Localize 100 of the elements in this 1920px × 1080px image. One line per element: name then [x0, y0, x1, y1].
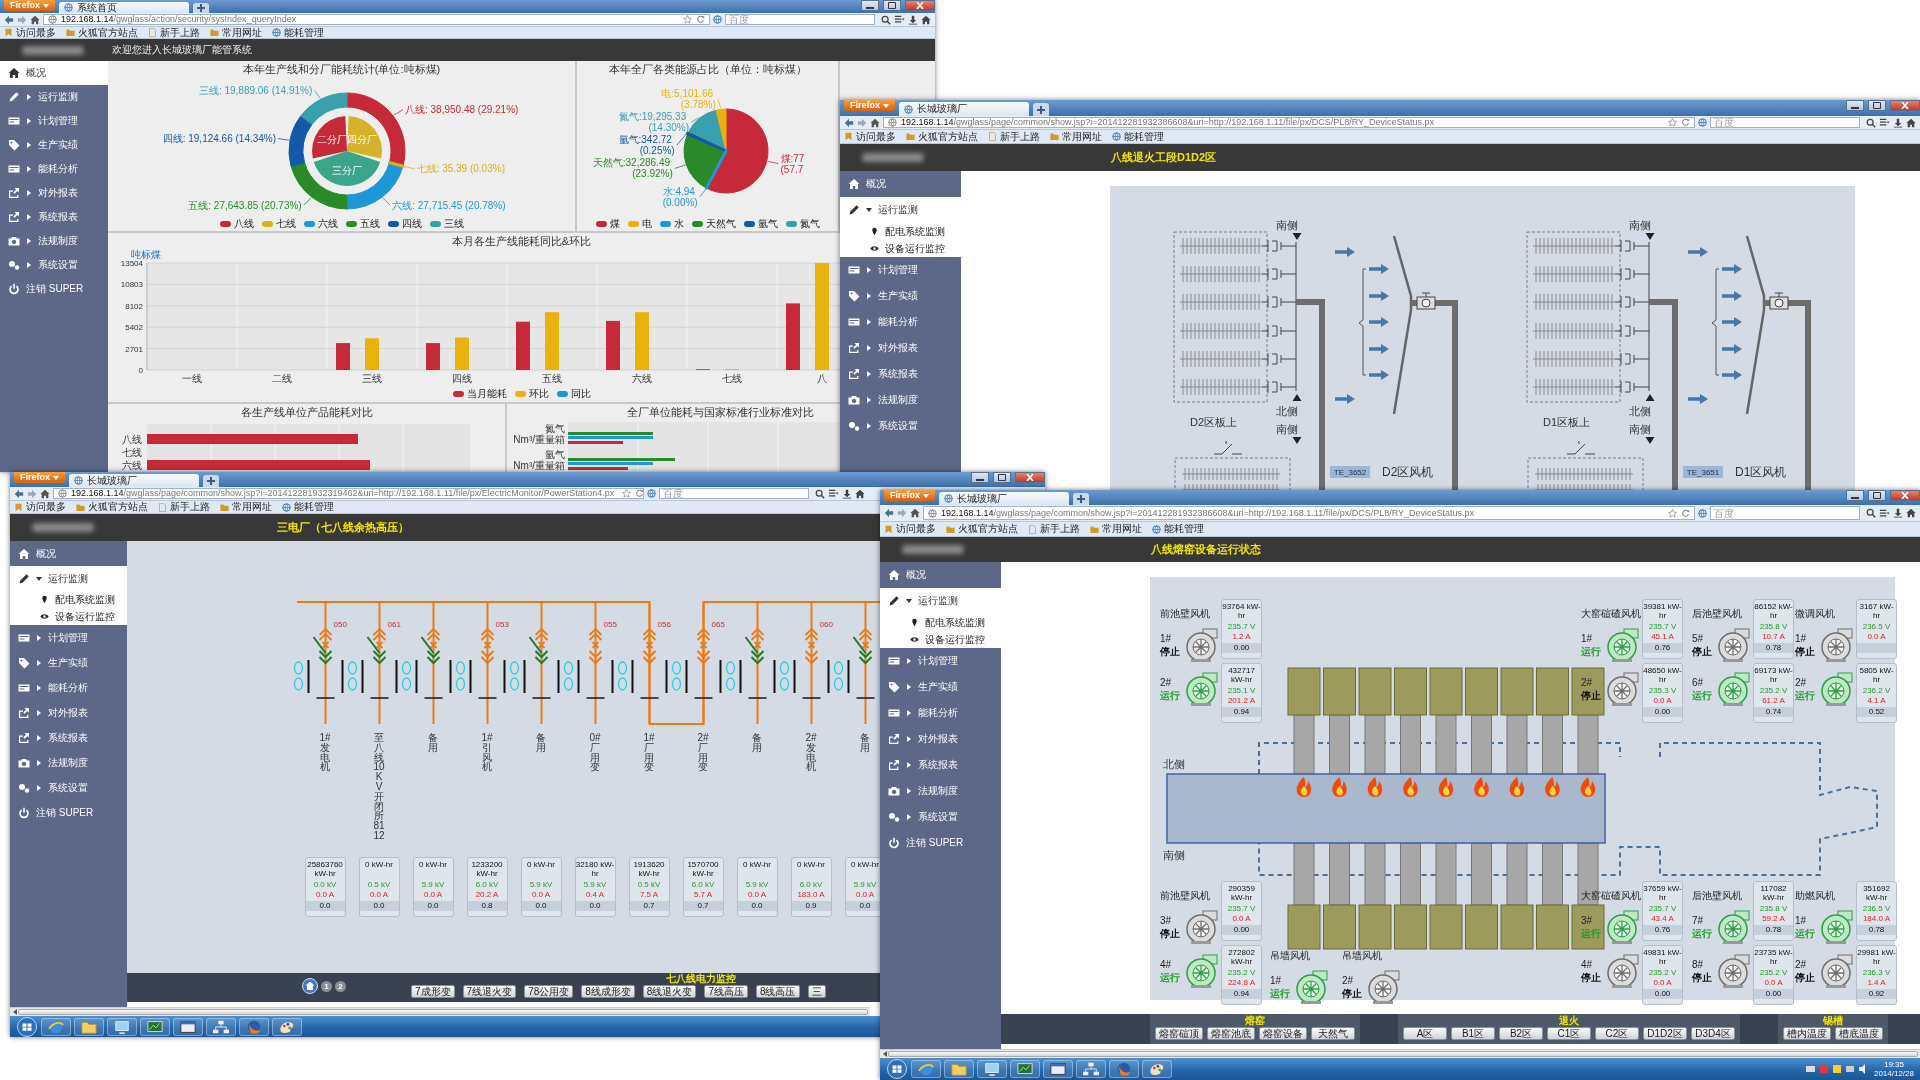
sidebar-item[interactable]: 概况 [880, 562, 1001, 588]
start-button[interactable] [886, 1059, 908, 1079]
browser-tab[interactable]: 长城玻璃厂 [899, 102, 1029, 116]
close-button[interactable] [1890, 100, 1920, 111]
minimize-button[interactable] [1846, 490, 1864, 501]
minimize-button[interactable] [971, 472, 989, 483]
maximize-button[interactable] [1868, 490, 1886, 501]
home-button[interactable] [40, 488, 50, 499]
nav-button[interactable]: 槽底温度 [1835, 1027, 1883, 1040]
search-field[interactable]: 百度 [659, 488, 809, 499]
nav-button[interactable]: 8线退火变 [642, 985, 697, 998]
folder-icon[interactable] [944, 1060, 974, 1078]
nav-button[interactable]: 熔窑设备 [1259, 1027, 1307, 1040]
sidebar-item[interactable]: 能耗分析 [880, 700, 1001, 726]
bookmark-link[interactable]: 常用网址 [1050, 131, 1102, 142]
nav-button[interactable]: A区 [1403, 1027, 1447, 1040]
sidebar-item[interactable]: 系统设置 [840, 413, 961, 439]
new-tab-button[interactable] [1033, 103, 1049, 116]
nav-button[interactable]: 8线高压 [755, 985, 800, 998]
search-field[interactable]: 百度 [1710, 117, 1860, 128]
back-button[interactable] [844, 117, 854, 128]
sidebar-subitem[interactable]: 配电系统监测 [880, 614, 1001, 631]
bookmark-link[interactable]: 新手上路 [148, 27, 200, 38]
bookmark-star-icon[interactable] [622, 489, 632, 498]
bookmark-link[interactable]: 访问最多 [884, 524, 936, 534]
nav-button[interactable]: 7线高压 [704, 985, 748, 998]
back-button[interactable] [884, 508, 894, 518]
bookmark-link[interactable]: 火狐官方站点 [946, 524, 1018, 534]
address-field[interactable]: 192.168.1.14/gwglass/page/common/show.jsp?i=201412281932319462&uri=http://192.168.1.11/file/px/ElectricMonitor/PowerStation4.px [53, 488, 644, 499]
nav-button[interactable]: 7线退火变 [462, 985, 517, 998]
globe-icon[interactable] [911, 1060, 941, 1078]
sidebar-item[interactable]: 法规制度 [840, 387, 961, 413]
bookmark-link[interactable]: 新手上路 [158, 502, 210, 512]
minimize-button[interactable] [861, 0, 879, 11]
sidebar-item[interactable]: 计划管理 [0, 109, 108, 133]
home-button[interactable] [870, 117, 880, 128]
sidebar-item[interactable]: 计划管理 [10, 625, 127, 650]
sidebar-item[interactable]: 对外报表 [880, 726, 1001, 752]
home-icon[interactable] [1906, 117, 1916, 128]
sidebar-item[interactable]: 对外报表 [10, 700, 127, 725]
horizontal-scrollbar[interactable] [10, 1007, 870, 1016]
bookmark-link[interactable]: 火狐官方站点 [76, 502, 148, 512]
download-icon[interactable] [1893, 117, 1903, 128]
close-button[interactable] [1015, 472, 1045, 483]
reload-icon[interactable] [1681, 118, 1690, 127]
search-icon[interactable] [1866, 117, 1876, 128]
nav-button[interactable]: B2区 [1499, 1027, 1543, 1040]
search-icon[interactable] [881, 14, 891, 25]
download-icon[interactable] [1893, 508, 1903, 518]
maximize-button[interactable] [883, 0, 901, 11]
bookmark-link[interactable]: 常用网址 [1090, 524, 1142, 534]
maximize-button[interactable] [993, 472, 1011, 483]
reload-icon[interactable] [696, 15, 705, 24]
bookmark-star-icon[interactable] [1668, 118, 1677, 127]
bookmark-link[interactable]: 火狐官方站点 [906, 131, 978, 142]
close-button[interactable] [1890, 490, 1920, 501]
bookmark-link[interactable]: 常用网址 [220, 502, 272, 512]
sidebar-subitem[interactable]: 设备运行监控 [10, 608, 127, 625]
sidebar-item[interactable]: 法规制度 [0, 229, 108, 253]
bookmarks-menu-icon[interactable] [828, 488, 839, 499]
bookmarks-menu-icon[interactable] [1879, 507, 1890, 519]
sidebar-item[interactable]: 注销 SUPER [880, 830, 1001, 856]
monitor-icon[interactable] [977, 1060, 1007, 1078]
home-icon[interactable] [921, 14, 931, 25]
sidebar-item[interactable]: 概况 [840, 171, 961, 197]
nav-button[interactable]: 8线成形变 [581, 985, 635, 998]
sidebar-item[interactable]: 概况 [10, 541, 127, 566]
nav-button[interactable]: 78公用变 [524, 985, 574, 998]
back-button[interactable] [4, 14, 14, 25]
home-button[interactable] [910, 508, 920, 518]
address-field[interactable]: 192.168.1.14/gwglass/action/security/sysIndex_queryIndex [43, 14, 710, 25]
sidebar-item[interactable]: 系统报表 [880, 752, 1001, 778]
sidebar-item[interactable]: 系统报表 [10, 725, 127, 750]
reload-icon[interactable] [1681, 508, 1690, 518]
sidebar-item[interactable]: 系统设置 [880, 804, 1001, 830]
home-button[interactable] [30, 14, 40, 25]
bookmark-star-icon[interactable] [683, 15, 692, 24]
monitor-icon[interactable] [107, 1017, 137, 1036]
sidebar-subitem[interactable]: 配电系统监测 [10, 591, 127, 608]
sidebar-item[interactable]: 能耗分析 [840, 309, 961, 335]
sidebar-item[interactable]: 生产实绩 [880, 674, 1001, 700]
browser-tab[interactable]: 系统首页 [59, 2, 189, 13]
search-icon[interactable] [1866, 508, 1876, 518]
nav-button[interactable]: 熔窑池底 [1207, 1027, 1255, 1040]
bookmark-link[interactable]: 火狐官方站点 [66, 27, 138, 38]
sidebar-item[interactable]: 对外报表 [840, 335, 961, 361]
bookmark-link[interactable]: 访问最多 [14, 502, 66, 512]
horizontal-scrollbar[interactable] [880, 1049, 1920, 1058]
window-icon[interactable] [1043, 1060, 1073, 1078]
close-button[interactable] [905, 0, 935, 11]
bookmark-link[interactable]: 新手上路 [1028, 524, 1080, 534]
nav-button[interactable]: 三 [807, 985, 826, 998]
home-icon[interactable] [855, 488, 865, 499]
bookmark-link[interactable]: 能耗管理 [272, 27, 324, 38]
sidebar-item[interactable]: 注销 SUPER [10, 800, 127, 825]
bookmarks-menu-icon[interactable] [894, 14, 905, 25]
nav-button[interactable]: C2区 [1595, 1027, 1639, 1040]
sidebar-item[interactable]: 计划管理 [840, 257, 961, 283]
bookmark-link[interactable]: 访问最多 [4, 27, 56, 38]
sidebar-item[interactable]: 法规制度 [10, 750, 127, 775]
